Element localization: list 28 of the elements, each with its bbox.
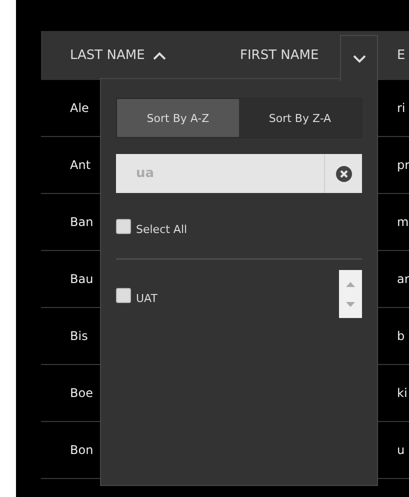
table-cell: Boe: [70, 386, 93, 400]
table-cell: ar: [397, 272, 409, 286]
table-cell: Bau: [70, 272, 94, 286]
table-cell: Bis: [70, 329, 88, 343]
table-cell: ri: [397, 101, 406, 115]
checkbox-label: Select All: [136, 223, 188, 236]
table-cell: m: [397, 215, 409, 229]
column-header[interactable]: FIRST NAME: [240, 48, 319, 63]
table-cell: Ant: [70, 158, 91, 172]
close-icon: [336, 166, 352, 182]
chevron-up-icon: [152, 52, 166, 60]
table-cell: b: [397, 329, 405, 343]
table-cell: Ale: [70, 101, 89, 115]
table-cell: ki: [397, 386, 408, 400]
checkbox[interactable]: [116, 288, 131, 303]
chevron-down-icon: [352, 54, 366, 62]
column-menu-button[interactable]: [340, 35, 378, 81]
table-cell: Ban: [70, 215, 94, 229]
checkbox-label: UAT: [136, 292, 158, 305]
sort-button[interactable]: Sort By Z-A: [239, 99, 361, 137]
checkbox[interactable]: [116, 219, 131, 234]
clear-button[interactable]: [324, 154, 362, 193]
column-header[interactable]: E: [397, 48, 406, 63]
sort-button[interactable]: Sort By A-Z: [117, 99, 239, 137]
column-header[interactable]: LAST NAME: [70, 48, 145, 63]
scrollbar[interactable]: [339, 270, 362, 318]
table-cell: Bon: [70, 443, 94, 457]
table-cell: u: [397, 443, 405, 457]
